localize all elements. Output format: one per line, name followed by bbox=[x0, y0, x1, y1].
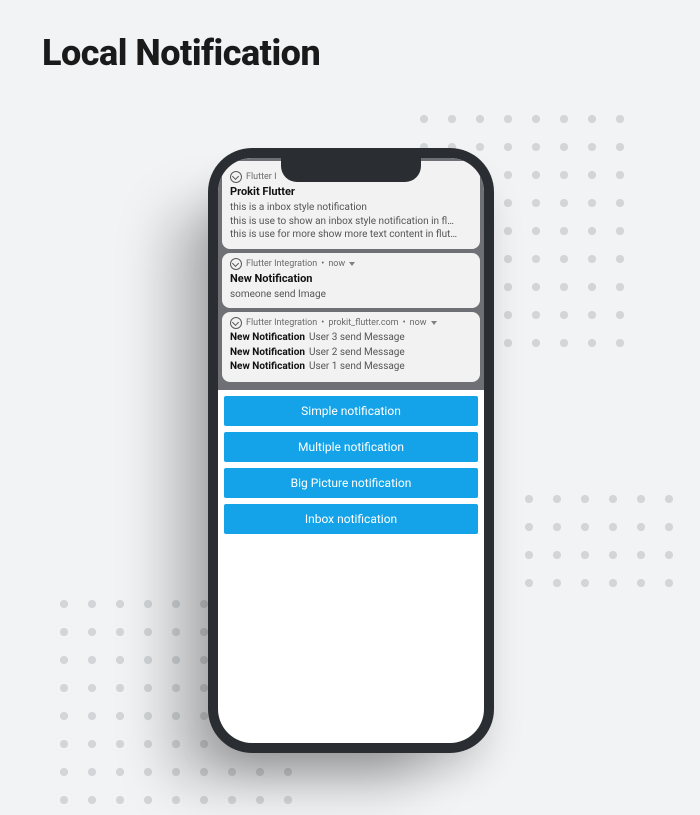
phone-screen: Flutter I Prokit Flutter this is a inbox… bbox=[218, 158, 484, 743]
page-title: Local Notification bbox=[42, 32, 320, 74]
dot-pattern bbox=[515, 485, 685, 600]
notification-time: now bbox=[410, 318, 427, 328]
notification-title: New Notification bbox=[230, 272, 472, 285]
notification-title: Prokit Flutter bbox=[230, 185, 472, 198]
app-icon bbox=[230, 258, 242, 270]
group-item-msg: User 2 send Message bbox=[309, 346, 405, 361]
notification-line: this is use for more show more text cont… bbox=[230, 228, 472, 242]
notification-card-group[interactable]: Flutter Integration • prokit_flutter.com… bbox=[222, 312, 480, 382]
app-package: prokit_flutter.com bbox=[328, 318, 398, 328]
group-item-title: New Notification bbox=[230, 360, 305, 375]
inbox-notification-button[interactable]: Inbox notification bbox=[224, 504, 478, 534]
group-item-msg: User 1 send Message bbox=[309, 360, 405, 375]
notification-header: Flutter Integration • prokit_flutter.com… bbox=[230, 317, 472, 329]
big-picture-notification-button[interactable]: Big Picture notification bbox=[224, 468, 478, 498]
chevron-down-icon[interactable] bbox=[349, 262, 355, 266]
notification-group-item[interactable]: New Notification User 2 send Message bbox=[230, 346, 472, 361]
notification-card-single[interactable]: Flutter Integration • now New Notificati… bbox=[222, 253, 480, 309]
group-item-title: New Notification bbox=[230, 331, 305, 346]
notification-group-item[interactable]: New Notification User 1 send Message bbox=[230, 360, 472, 375]
group-item-msg: User 3 send Message bbox=[309, 331, 405, 346]
notification-header: Flutter Integration • now bbox=[230, 258, 472, 270]
notification-line: this is use to show an inbox style notif… bbox=[230, 215, 472, 229]
separator: • bbox=[321, 259, 324, 269]
group-item-title: New Notification bbox=[230, 346, 305, 361]
app-icon bbox=[230, 317, 242, 329]
notification-line: this is a inbox style notification bbox=[230, 201, 472, 215]
app-name: Flutter I bbox=[246, 172, 277, 182]
action-buttons: Simple notification Multiple notificatio… bbox=[218, 390, 484, 540]
notification-shade: Flutter I Prokit Flutter this is a inbox… bbox=[218, 158, 484, 390]
notification-body: someone send Image bbox=[230, 288, 472, 302]
multiple-notification-button[interactable]: Multiple notification bbox=[224, 432, 478, 462]
chevron-down-icon[interactable] bbox=[431, 321, 437, 325]
app-name: Flutter Integration bbox=[246, 318, 317, 328]
notification-group-item[interactable]: New Notification User 3 send Message bbox=[230, 331, 472, 346]
separator: • bbox=[321, 318, 324, 328]
notification-time: now bbox=[328, 259, 345, 269]
app-icon bbox=[230, 171, 242, 183]
phone-notch bbox=[281, 158, 421, 182]
phone-frame: Flutter I Prokit Flutter this is a inbox… bbox=[208, 148, 494, 753]
app-name: Flutter Integration bbox=[246, 259, 317, 269]
separator: • bbox=[403, 318, 406, 328]
simple-notification-button[interactable]: Simple notification bbox=[224, 396, 478, 426]
